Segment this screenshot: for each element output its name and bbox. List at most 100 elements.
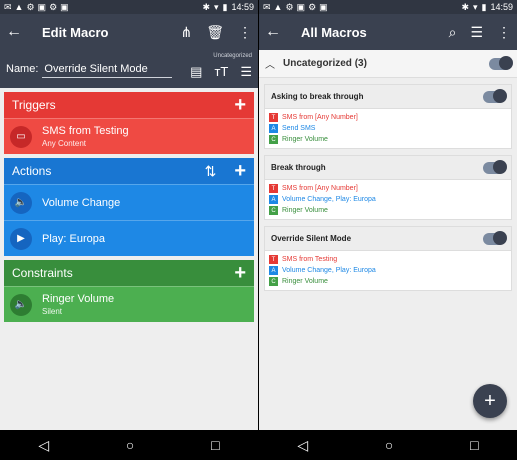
macro-action-row: A Send SMS [265,123,511,134]
macro-name: Asking to break through [271,92,364,101]
macro-card[interactable]: Override Silent Mode T SMS from Testing A… [264,226,512,291]
volume-icon: 🔈 [10,293,32,316]
notification-icons: ✉ ▲ ⚙ ▣ ⚙ ▣ [4,1,69,12]
nav-bar: ◁ ○ □ [0,430,258,460]
macro-header: Asking to break through [265,85,511,109]
macro-trigger-row: T SMS from [Any Number] [265,183,511,194]
arrow-back-icon[interactable]: ← [265,23,289,41]
constraint-tag: C [269,277,278,286]
recents-nav-icon[interactable]: □ [470,437,478,453]
play-icon: ▶ [10,227,32,250]
macro-name: Break through [271,163,326,172]
share-icon[interactable]: ⋔ [180,24,192,41]
macro-action: Volume Change, Play: Europa [282,267,376,274]
status-right: ✱ ▾ ▮ 14:59 [461,2,513,13]
macro-constraint-row: C Ringer Volume [265,205,511,216]
reorder-icon[interactable]: ⇅ [205,163,217,180]
category-group-header[interactable]: ︿ Uncategorized (3) [259,50,517,78]
macro-action-row: A Volume Change, Play: Europa [265,194,511,205]
constraint-item[interactable]: 🔈 Ringer Volume Silent [4,286,254,322]
action-tag: A [269,195,278,204]
action-item-label: Volume Change [42,196,121,209]
macro-toggle[interactable] [483,159,507,174]
status-bar: ✉ ▲ ⚙ ▣ ⚙ ▣ ✱ ▾ ▮ 14:59 [0,0,258,14]
category-label[interactable]: Uncategorized [213,53,252,59]
wifi-icon: ▾ [213,1,219,12]
page-title: All Macros [301,24,367,40]
home-nav-icon[interactable]: ○ [385,437,393,453]
sms-icon: ▭ [10,125,32,148]
action-tag: A [269,266,278,275]
macro-toggle[interactable] [483,88,507,103]
macro-action: Volume Change, Play: Europa [282,196,376,203]
recents-nav-icon[interactable]: □ [211,437,219,453]
edit-macro-screen: ✉ ▲ ⚙ ▣ ⚙ ▣ ✱ ▾ ▮ 14:59 ← Edit Macro ⋔ 🗑 ⋮ Uncat… [0,0,258,460]
macro-trigger: SMS from [Any Number] [282,114,358,121]
constraints-header: Constraints [12,266,73,280]
status-bar: ✉ ▲ ⚙ ▣ ⚙ ▣ ✱ ▾ ▮ 14:59 [259,0,517,14]
macro-trigger-row: T SMS from Testing [265,254,511,265]
constraint-tag: C [269,206,278,215]
all-macros-screen: ✉ ▲ ⚙ ▣ ⚙ ▣ ✱ ▾ ▮ 14:59 ← All Macros ⌕ ☰ ⋮ ︿ Unc… [259,0,517,460]
home-nav-icon[interactable]: ○ [126,437,134,453]
macro-toggle[interactable] [483,230,507,245]
action-tag: A [269,124,278,133]
macro-name-input[interactable]: Override Silent Mode [42,61,173,78]
triggers-card: Triggers + ▭ SMS from Testing Any Content [4,92,254,154]
add-trigger-button[interactable]: + [234,94,246,117]
document-icon[interactable]: ▤ [190,64,202,80]
clock: 14:59 [231,2,254,12]
nav-bar: ◁ ○ □ [259,430,517,460]
macro-name-bar: Uncategorized Name: Override Silent Mode… [0,50,258,88]
volume-icon: 🔈 [10,191,32,214]
chevron-up-icon[interactable]: ︿ [265,56,275,71]
macro-trigger-row: T SMS from [Any Number] [265,112,511,123]
back-nav-icon[interactable]: ◁ [297,437,308,454]
bluetooth-icon: ✱ [461,1,469,12]
macro-action-row: A Volume Change, Play: Europa [265,265,511,276]
status-right: ✱ ▾ ▮ 14:59 [202,2,254,13]
macro-action: Send SMS [282,125,316,132]
notification-icons: ✉ ▲ ⚙ ▣ ⚙ ▣ [263,1,328,12]
back-nav-icon[interactable]: ◁ [38,437,49,454]
macro-trigger: SMS from [Any Number] [282,185,358,192]
more-vert-icon[interactable]: ⋮ [497,24,511,41]
delete-icon[interactable]: 🗑 [206,24,224,41]
trigger-tag: T [269,255,278,264]
macro-card[interactable]: Break through T SMS from [Any Number] A Vo… [264,155,512,220]
add-action-button[interactable]: + [234,160,246,183]
constraint-tag: C [269,135,278,144]
triggers-header: Triggers [12,98,56,112]
macro-name: Override Silent Mode [271,234,352,243]
macro-card[interactable]: Asking to break through T SMS from [Any N… [264,84,512,149]
macro-header: Break through [265,156,511,180]
action-item[interactable]: 🔈 Volume Change [4,184,254,220]
actions-card: Actions ⇅ + 🔈 Volume Change ▶ Play: Europa [4,158,254,256]
list-icon[interactable]: ☰ [470,24,483,41]
macro-constraint: Ringer Volume [282,278,328,285]
more-vert-icon[interactable]: ⋮ [238,24,252,41]
battery-icon: ▮ [481,1,487,12]
bluetooth-icon: ✱ [202,1,210,12]
text-size-icon[interactable]: ᴛT [214,64,228,80]
app-bar: ← Edit Macro ⋔ 🗑 ⋮ [0,14,258,50]
group-count: (3) [354,58,367,69]
group-toggle[interactable] [489,55,513,70]
constraint-item-label: Ringer Volume [42,293,115,305]
list-icon[interactable]: ☰ [240,64,252,80]
trigger-item-label: SMS from Testing [42,125,129,137]
trigger-item-sub: Any Content [42,139,87,148]
macro-constraint-row: C Ringer Volume [265,134,511,145]
macro-trigger: SMS from Testing [282,256,338,263]
battery-icon: ▮ [222,1,228,12]
arrow-back-icon[interactable]: ← [6,23,30,41]
action-item[interactable]: ▶ Play: Europa [4,220,254,256]
search-icon[interactable]: ⌕ [449,24,457,41]
add-macro-button[interactable]: + [473,384,507,418]
trigger-item[interactable]: ▭ SMS from Testing Any Content [4,118,254,154]
add-constraint-button[interactable]: + [234,262,246,285]
actions-header: Actions [12,164,52,178]
trigger-tag: T [269,184,278,193]
macro-constraint-row: C Ringer Volume [265,276,511,287]
clock: 14:59 [490,2,513,12]
